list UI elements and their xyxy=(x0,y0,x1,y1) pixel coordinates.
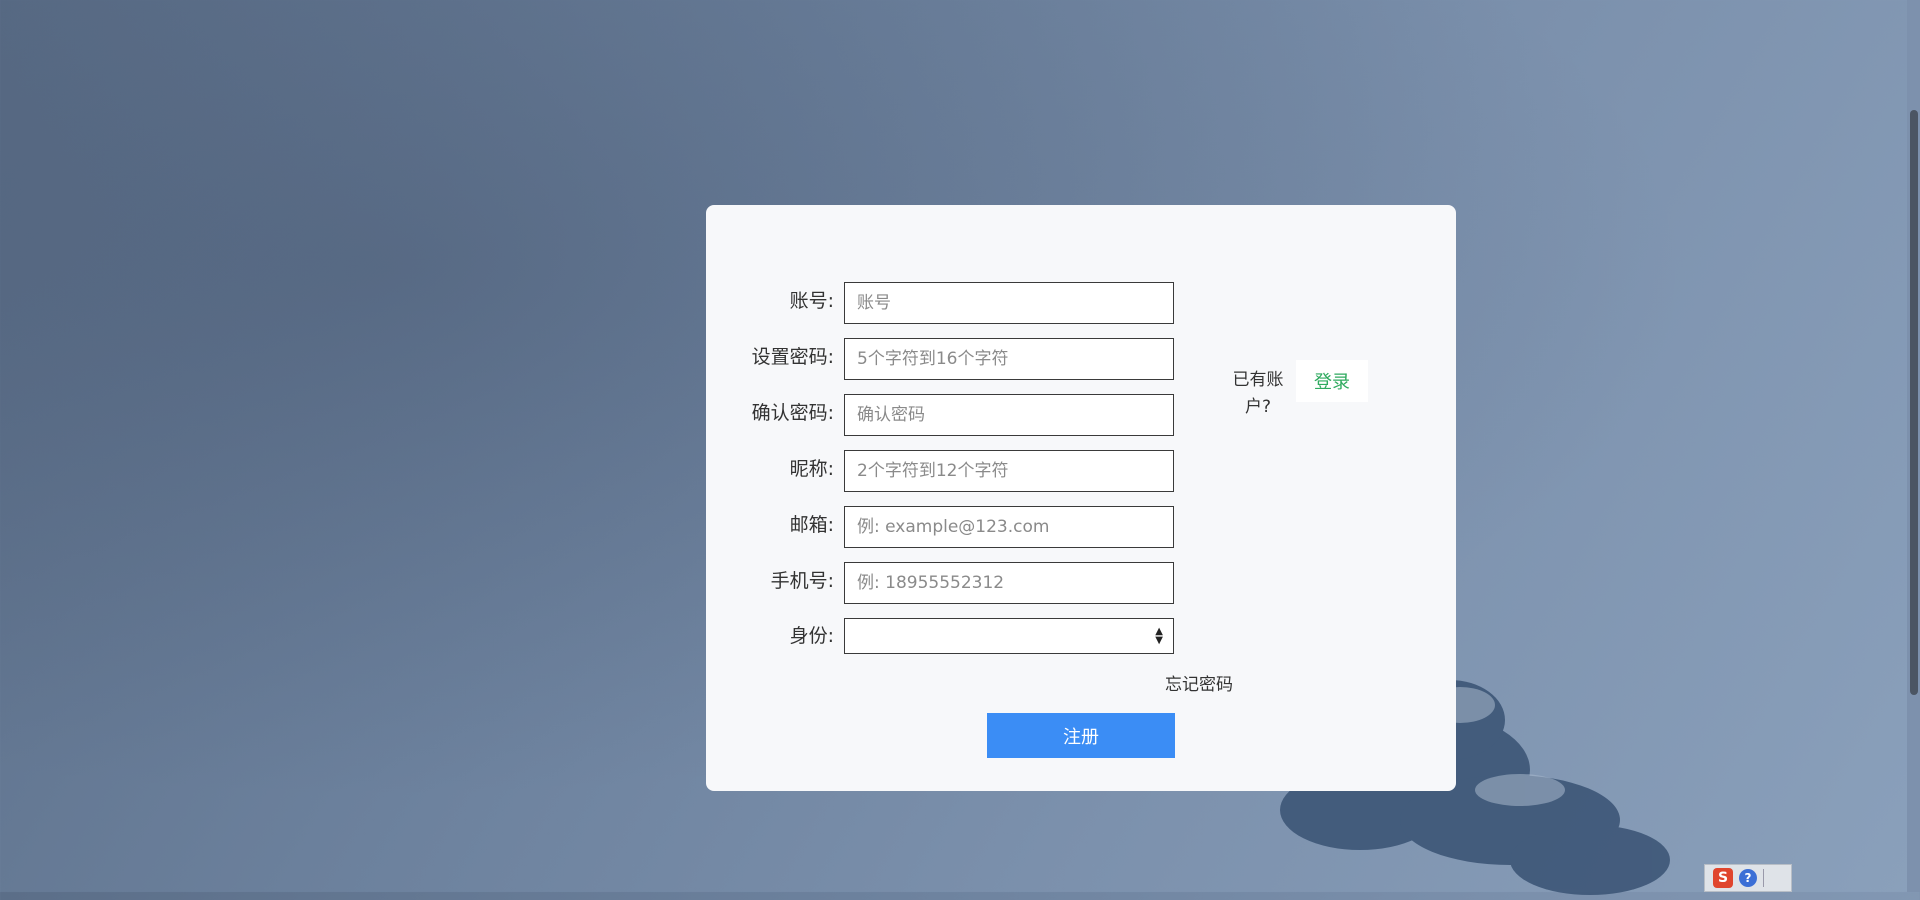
forgot-password-link[interactable]: 忘记密码 xyxy=(1093,670,1233,695)
phone-row: 手机号: xyxy=(706,562,1174,604)
nickname-label: 昵称: xyxy=(789,458,834,480)
scrollbar-thumb[interactable] xyxy=(1910,110,1918,695)
account-input[interactable] xyxy=(844,282,1174,324)
minimize-icon[interactable] xyxy=(1763,869,1778,887)
identity-row: 身份: ▲ ▼ xyxy=(706,618,1174,654)
vertical-scrollbar[interactable] xyxy=(1907,0,1920,892)
sogou-icon[interactable]: S xyxy=(1713,868,1733,888)
have-account-text: 已有账户? xyxy=(1232,370,1284,417)
nickname-row: 昵称: xyxy=(706,450,1174,492)
login-button[interactable]: 登录 xyxy=(1296,360,1368,402)
phone-input[interactable] xyxy=(844,562,1174,604)
confirm-password-label: 确认密码: xyxy=(751,402,834,424)
email-input[interactable] xyxy=(844,506,1174,548)
confirm-password-input[interactable] xyxy=(844,394,1174,436)
email-label: 邮箱: xyxy=(789,514,834,536)
help-icon[interactable]: ? xyxy=(1739,869,1757,887)
password-row: 设置密码: xyxy=(706,338,1174,380)
register-card: 账号: 设置密码: 确认密码: 昵称: 邮箱: 手机号: 身份: ▲▼ 忘记密码… xyxy=(706,205,1456,791)
email-row: 邮箱: xyxy=(706,506,1174,548)
identity-select[interactable]: ▲ ▼ xyxy=(844,618,1174,654)
confirm-password-row: 确认密码: xyxy=(706,394,1174,436)
select-arrows-icon: ▲ ▼ xyxy=(1155,626,1163,646)
nickname-input[interactable] xyxy=(844,450,1174,492)
phone-label: 手机号: xyxy=(770,570,834,592)
password-input[interactable] xyxy=(844,338,1174,380)
ime-toolbar[interactable]: S ? xyxy=(1704,864,1792,892)
identity-label: 身份: xyxy=(789,625,834,647)
register-button[interactable]: 注册 xyxy=(987,713,1175,758)
account-row: 账号: xyxy=(706,282,1174,324)
password-label: 设置密码: xyxy=(751,346,834,368)
account-label: 账号: xyxy=(789,290,834,312)
